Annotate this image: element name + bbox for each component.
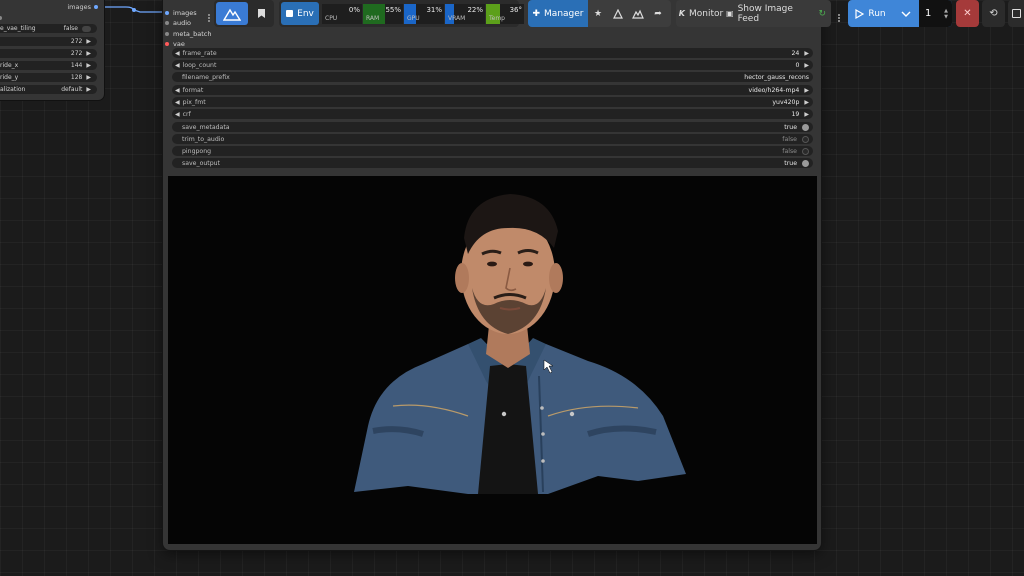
play-icon <box>855 8 865 19</box>
increment-arrow-icon[interactable]: ▶ <box>86 62 91 69</box>
upstream-node[interactable]: images e_vae_tiling false 272 ▶ 272 ▶ ride… <box>0 0 104 100</box>
star-icon: ★ <box>593 8 603 19</box>
increment-arrow-icon[interactable]: ▶ <box>86 74 91 81</box>
video-preview[interactable] <box>168 176 817 544</box>
increment-arrow-icon[interactable]: ▶ <box>86 50 91 57</box>
drag-handle-icon[interactable] <box>208 13 212 23</box>
decrement-arrow-icon[interactable]: ◀ <box>175 99 180 106</box>
bookmark-button[interactable] <box>250 2 272 25</box>
toggle-knob[interactable] <box>802 135 809 143</box>
stop-button[interactable]: ✕ <box>956 0 979 27</box>
monitor-icon: K <box>678 9 685 18</box>
manager-group: ✚ Manager ★ ➦ <box>528 0 671 27</box>
widget-format[interactable]: ◀ format video/h264-mp4 ▶ <box>172 85 813 95</box>
input-slot-dot[interactable] <box>165 11 169 16</box>
increment-arrow-icon[interactable]: ▶ <box>804 111 809 118</box>
sidebar-toggle-button[interactable] <box>1008 0 1024 27</box>
triangle-icon <box>613 8 623 19</box>
increment-arrow-icon[interactable]: ▶ <box>86 38 91 45</box>
history-icon: ⟲ <box>989 8 998 19</box>
decrement-arrow-icon[interactable]: ◀ <box>175 111 180 118</box>
run-button[interactable]: Run <box>848 2 893 25</box>
vram-meter: 22% VRAM <box>445 4 485 24</box>
toggle-pill[interactable] <box>82 25 91 32</box>
widget-stride-x[interactable]: ride_x 144 ▶ <box>0 61 97 70</box>
decrement-arrow-icon[interactable]: ◀ <box>175 62 180 69</box>
toggle-knob[interactable] <box>802 123 809 131</box>
widget-frame-rate[interactable]: ◀ frame_rate 24 ▶ <box>172 48 813 58</box>
comfy-logo-button[interactable] <box>216 2 248 25</box>
toggle-knob[interactable] <box>802 159 809 167</box>
monitor-group: K Monitor ▣ Show Image Feed ↻ <box>676 0 831 27</box>
mountains-button[interactable] <box>628 2 648 25</box>
widget-crf[interactable]: ◀ crf 19 ▶ <box>172 109 813 119</box>
app-group <box>214 0 274 27</box>
input-slot-dot[interactable] <box>165 21 169 26</box>
input-slot-dot[interactable] <box>165 42 169 47</box>
increment-arrow-icon[interactable]: ▶ <box>804 62 809 69</box>
share-button[interactable] <box>608 2 628 25</box>
slot-dot <box>0 16 2 20</box>
env-icon <box>286 10 294 17</box>
increment-arrow-icon[interactable]: ▶ <box>804 87 809 94</box>
decrement-arrow-icon[interactable]: ◀ <box>175 87 180 94</box>
increment-arrow-icon[interactable]: ▶ <box>804 50 809 57</box>
env-button[interactable]: Env <box>281 2 319 25</box>
widget-filename-prefix[interactable]: filename_prefix hector_gauss_recons <box>172 72 813 82</box>
panel-icon <box>1012 9 1021 18</box>
video-combine-node[interactable]: images audio meta_batch vae ◀ frame_rate … <box>163 0 821 550</box>
drag-handle-icon[interactable] <box>838 13 842 23</box>
widget-normalization[interactable]: alization default ▶ <box>0 85 97 94</box>
mountain-logo-icon <box>223 8 241 21</box>
mountains-icon <box>632 9 644 19</box>
star-button[interactable]: ★ <box>588 2 608 25</box>
temp-meter: 36° Temp <box>486 4 524 24</box>
puzzle-icon: ✚ <box>532 8 541 19</box>
chevron-down-icon <box>901 11 911 17</box>
output-slot-dot[interactable] <box>94 5 98 9</box>
widget-pingpong[interactable]: pingpong false <box>172 146 813 156</box>
forward-arrow-icon: ➦ <box>654 8 662 19</box>
run-options-dropdown[interactable] <box>893 2 919 25</box>
manager-button[interactable]: ✚ Manager <box>528 0 588 27</box>
ram-meter: 55% RAM <box>363 4 403 24</box>
run-group: Run 1 ▲ ▼ <box>848 0 952 27</box>
history-button[interactable]: ⟲ <box>982 0 1005 27</box>
chevron-down-icon[interactable]: ▼ <box>944 14 948 20</box>
bookmark-icon <box>257 9 265 18</box>
widget-save-metadata[interactable]: save_metadata true <box>172 122 813 132</box>
increment-arrow-icon[interactable]: ▶ <box>804 99 809 106</box>
widget-tile-size[interactable]: 272 ▶ <box>0 37 97 46</box>
show-image-feed-button[interactable]: ▣ Show Image Feed ↻ <box>726 2 826 25</box>
input-slot-dot[interactable] <box>165 31 169 36</box>
node-inputs: images audio meta_batch vae <box>165 8 211 49</box>
forward-button[interactable]: ➦ <box>648 2 668 25</box>
refresh-icon: ↻ <box>818 8 826 19</box>
input-images[interactable]: images <box>165 8 211 18</box>
decrement-arrow-icon[interactable]: ◀ <box>175 50 180 57</box>
widget-trim-to-audio[interactable]: trim_to_audio false <box>172 134 813 144</box>
widget-loop-count[interactable]: ◀ loop_count 0 ▶ <box>172 60 813 70</box>
widget-tile-size-2[interactable]: 272 ▶ <box>0 49 97 58</box>
widget-stride-y[interactable]: ride_y 128 ▶ <box>0 73 97 82</box>
batch-count-stepper[interactable]: 1 ▲ ▼ <box>919 0 952 27</box>
widget-pix-fmt[interactable]: ◀ pix_fmt yuv420p ▶ <box>172 97 813 107</box>
person-preview-image <box>354 194 686 494</box>
toggle-knob[interactable] <box>802 147 809 155</box>
increment-arrow-icon[interactable]: ▶ <box>86 86 91 93</box>
close-icon: ✕ <box>963 8 972 19</box>
output-images[interactable]: images <box>67 3 98 11</box>
input-meta-batch[interactable]: meta_batch <box>165 29 211 39</box>
gpu-meter: 31% GPU <box>404 4 444 24</box>
cpu-meter: 0% CPU <box>322 4 362 24</box>
input-audio[interactable]: audio <box>165 18 211 28</box>
widget-save-output[interactable]: save_output true <box>172 158 813 168</box>
widget-vae-tiling[interactable]: e_vae_tiling false <box>0 24 97 33</box>
monitor-button[interactable]: K Monitor <box>676 2 726 25</box>
image-feed-icon: ▣ <box>726 9 734 18</box>
